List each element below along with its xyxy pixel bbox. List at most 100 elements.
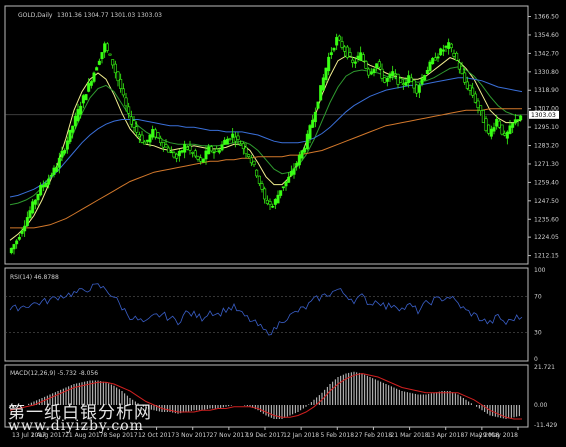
candle-body [71,125,75,133]
candle-body [164,144,168,148]
candle-body [233,136,237,142]
candle-body [324,67,328,81]
price-tick-label: 1212.15 [534,253,559,260]
candle-body [153,129,157,138]
candle-body [289,171,293,176]
candle-body [420,78,424,85]
candle-body [439,48,443,56]
candle-body [92,72,96,82]
candle-body [303,148,307,153]
watermark-url: www.diyizby.com [8,418,144,434]
candle-body [140,134,144,143]
candle-body [444,45,448,48]
candle-body [356,55,360,59]
candle-body [228,138,232,140]
candle-body [511,122,515,128]
candle-body [33,199,37,205]
candle-body [241,143,245,150]
candle-body [119,78,123,89]
macd-label: MACD(12,26,9) -5.732 -8.056 [10,370,98,377]
time-tick-label: 27 Nov 2017 [210,432,249,439]
candle-body [199,157,203,162]
candle-body [201,158,205,163]
candle-body [52,167,56,175]
candle-body [73,115,77,127]
candle-body [425,70,429,74]
candle-body [31,201,35,214]
macd-y-axis: 21.721 0.00 -11.429 [534,364,557,429]
candle-body [463,72,467,83]
candle-body [12,244,16,250]
candle-body [223,139,227,145]
candle-body [313,111,317,123]
candle-body [113,63,117,74]
candle-body [76,109,80,122]
candle-body [295,163,299,167]
candle-body [167,147,171,153]
candle-body [15,240,19,245]
candle-body [177,151,181,157]
candle-body [180,150,184,153]
candle-body [79,105,83,115]
price-tick-label: 1318.90 [534,87,559,94]
rsi-tick-label: 70 [534,294,542,301]
candle-body [220,144,224,151]
candle-body [172,152,176,158]
candle-body [393,73,397,76]
candle-body [239,143,243,146]
candle-body [185,146,189,150]
candle-body [49,175,53,177]
price-tick-label: 1295.10 [534,124,559,131]
candle-body [159,137,163,144]
candle-body [433,57,437,61]
candle-body [329,52,333,56]
candle-body [297,155,301,166]
candle-body [196,156,200,160]
candle-body [316,101,320,109]
price-y-axis: 1366.501354.601342.701330.801318.901307.… [528,14,559,260]
candle-body [169,151,173,154]
candle-body [327,56,331,72]
candle-body [17,236,21,240]
macd-tick-label: 21.721 [534,364,555,371]
candle-body [260,183,264,190]
candle-body [455,52,459,61]
candle-body [492,127,496,132]
rsi-label: RSI(14) 46.8788 [10,274,59,281]
candle-body [252,160,256,166]
candle-body [468,84,472,91]
candle-body [231,133,235,138]
price-tick-label: 1366.50 [534,14,559,21]
candle-body [508,125,512,134]
price-tick-label: 1224.05 [534,234,559,241]
candle-body [473,93,477,103]
candle-body [409,77,413,82]
candle-body [95,67,99,71]
candle-body [111,59,115,66]
candle-body [465,81,469,89]
candle-body [337,35,341,41]
candle-body [116,71,120,82]
candle-body [284,181,288,187]
candle-body [124,97,128,107]
candle-body [57,157,61,168]
candle-body [503,133,507,136]
time-tick-label: 13 Apr 2018 [427,432,464,439]
candle-body [423,75,427,81]
candle-body [20,230,24,234]
rsi-tick-label: 100 [534,267,546,274]
candle-body [47,178,51,185]
price-tick-label: 1235.60 [534,216,559,223]
candle-body [100,52,104,60]
candle-body [449,43,453,48]
candle-body [361,54,365,62]
candle-body [87,83,91,92]
rsi-tick-label: 30 [534,329,542,336]
candle-body [36,193,40,201]
rsi-panel[interactable] [4,267,529,362]
time-tick-label: 21 Mar 2018 [391,432,429,439]
candle-body [204,150,208,160]
candle-body [452,52,456,57]
trading-chart[interactable]: 1366.501354.601342.701330.801318.901307.… [0,0,566,447]
candle-body [108,53,112,56]
